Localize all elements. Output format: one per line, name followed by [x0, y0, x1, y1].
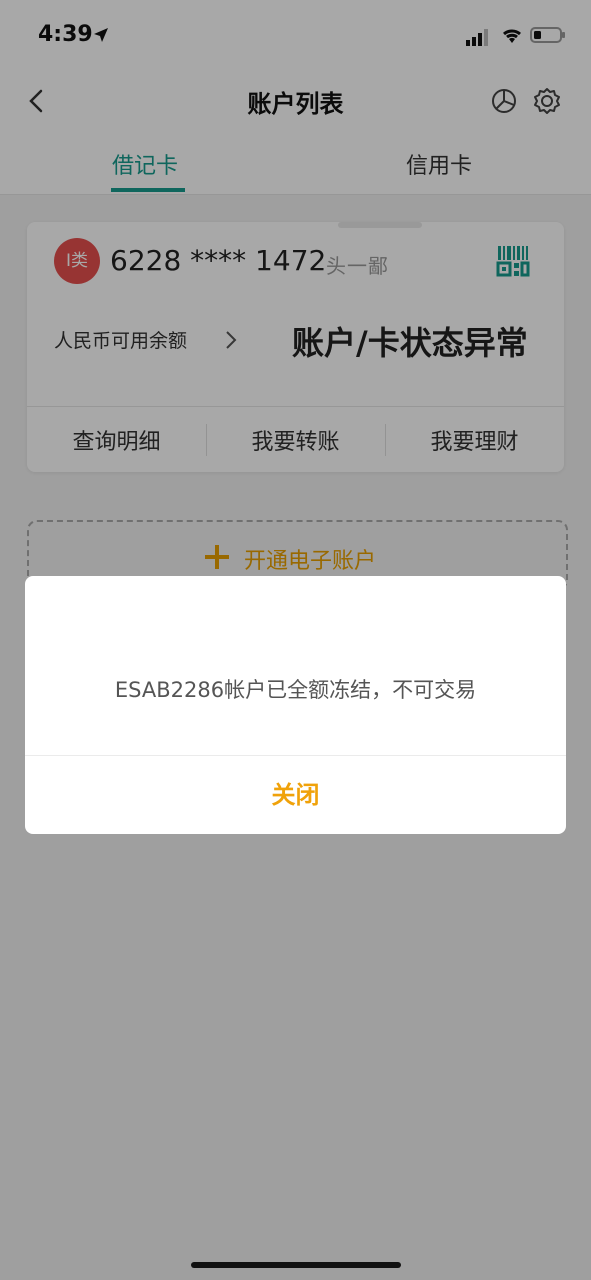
close-button[interactable]: 关闭 [25, 756, 566, 834]
home-indicator[interactable] [191, 1262, 401, 1268]
alert-message: ESAB2286帐户已全额冻结，不可交易 [114, 678, 477, 702]
